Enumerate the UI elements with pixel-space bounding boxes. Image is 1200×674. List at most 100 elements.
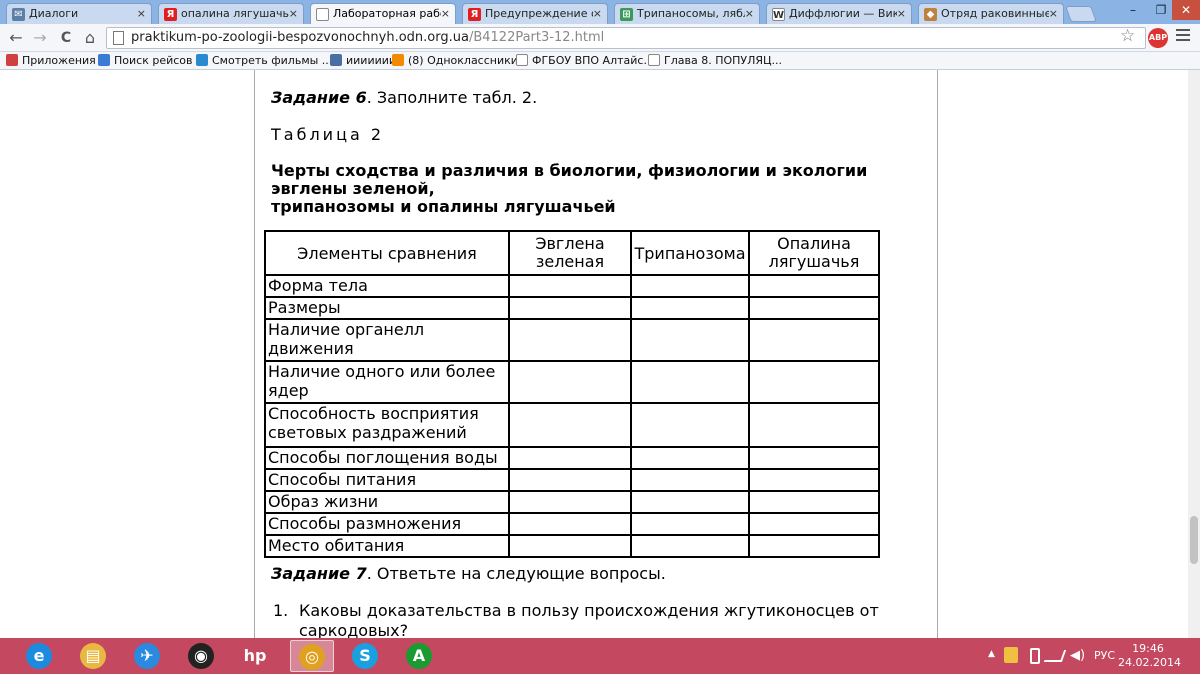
language-indicator[interactable]: РУС xyxy=(1094,649,1115,662)
tab-close-icon[interactable]: × xyxy=(897,7,906,20)
vk-icon: ✉ xyxy=(12,8,25,21)
tab-strip: ✉Диалоги×Яопалина лягушачья с×Лабораторн… xyxy=(0,0,1200,24)
table-row: Способы питания xyxy=(264,468,880,492)
bookmark-icon xyxy=(516,54,528,66)
screen: ✉Диалоги×Яопалина лягушачья с×Лабораторн… xyxy=(0,0,1200,674)
tab-title: Трипаносомы, ляблі xyxy=(637,7,745,20)
row-label: Способы поглощения воды xyxy=(264,446,510,470)
table-caption: Черты сходства и различия в биологии, фи… xyxy=(271,162,911,216)
site-icon: ◆ xyxy=(924,8,937,21)
row-label: Способы размножения xyxy=(264,512,510,536)
document-page: Задание 6. Заполните табл. 2. Таблица 2 … xyxy=(254,70,938,638)
table-row: Способы поглощения воды xyxy=(264,446,880,470)
empty-cell xyxy=(630,534,750,558)
bookmark-label: ФГБОУ ВПО Алтайс... xyxy=(532,54,654,67)
tab-title: Лабораторная работа xyxy=(333,7,441,20)
bookmark-label: Поиск рейсов xyxy=(114,54,193,67)
tab-close-icon[interactable]: × xyxy=(289,7,298,20)
new-tab-button[interactable] xyxy=(1065,6,1097,22)
browser-toolbar: ← → C ⌂ praktikum-po-zoologii-bespozvono… xyxy=(0,24,1200,52)
close-window-button[interactable]: ✕ xyxy=(1172,0,1200,20)
header-trypanosoma: Трипанозома xyxy=(630,230,750,276)
page-viewport: Задание 6. Заполните табл. 2. Таблица 2 … xyxy=(0,70,1200,638)
bookmark-icon xyxy=(392,54,404,66)
webcam-app-icon: ◉ xyxy=(188,643,214,669)
empty-cell xyxy=(630,490,750,514)
bookmark-item[interactable]: Глава 8. ПОПУЛЯЦ... xyxy=(648,53,782,68)
question-text-line1: Каковы доказательства в пользу происхожд… xyxy=(299,601,879,620)
minimize-button[interactable]: – xyxy=(1120,0,1146,20)
system-clock[interactable]: 19:46 24.02.2014 xyxy=(1118,642,1181,670)
right-margin xyxy=(938,70,1188,638)
tab-close-icon[interactable]: × xyxy=(1049,7,1058,20)
taskbar-app[interactable]: A xyxy=(398,640,442,672)
bookmark-item[interactable]: ФГБОУ ВПО Алтайс... xyxy=(516,53,654,68)
green-a-app-icon: A xyxy=(406,643,432,669)
browser-tab[interactable]: ◆ Отряд раковинные ам× xyxy=(918,3,1064,24)
browser-tab[interactable]: Я Предупреждение о п× xyxy=(462,3,608,24)
tab-close-icon[interactable]: × xyxy=(745,7,754,20)
taskbar-app[interactable]: S xyxy=(344,640,388,672)
wikipedia-icon: W xyxy=(772,8,785,21)
browser-tab[interactable]: ✉ Диалоги × xyxy=(6,3,152,24)
signal-icon[interactable] xyxy=(1043,650,1067,662)
notification-flag-icon[interactable] xyxy=(1004,647,1018,663)
tab-close-icon[interactable]: × xyxy=(137,7,146,20)
taskbar-app[interactable]: hp xyxy=(234,640,278,672)
table-row: Место обитания xyxy=(264,534,880,558)
browser-tab[interactable]: W Диффлюгии — Вики × xyxy=(766,3,912,24)
reload-button[interactable]: C xyxy=(56,28,76,48)
volume-icon[interactable]: ◀) xyxy=(1070,648,1085,663)
bookmark-label: Глава 8. ПОПУЛЯЦ... xyxy=(664,54,783,67)
bookmark-item[interactable]: Поиск рейсов xyxy=(98,53,193,68)
tab-title: Диалоги xyxy=(29,7,79,20)
restore-button[interactable]: ❐ xyxy=(1148,0,1174,20)
header-opalina: Опалина лягушачья xyxy=(748,230,880,276)
browser-tab[interactable]: Яопалина лягушачья с× xyxy=(158,3,304,24)
bookmark-icon xyxy=(196,54,208,66)
caption-line: эвглены зеленой, xyxy=(271,179,435,198)
chrome-menu-icon[interactable] xyxy=(1176,29,1190,43)
table-row: Форма тела xyxy=(264,274,880,298)
show-hidden-icons-arrow[interactable]: ▲ xyxy=(988,649,995,659)
bookmark-star-icon[interactable]: ☆ xyxy=(1120,26,1135,46)
empty-cell xyxy=(508,360,632,404)
bookmark-item[interactable]: (8) Одноклассники xyxy=(392,53,518,68)
empty-cell xyxy=(508,490,632,514)
tab-title: опалина лягушачья с xyxy=(181,7,289,20)
battery-icon[interactable] xyxy=(1030,648,1040,664)
tab-title: Диффлюгии — Вики xyxy=(789,7,897,20)
browser-tab[interactable]: ⊞ Трипаносомы, ляблі × xyxy=(614,3,760,24)
taskbar-app[interactable]: ▤ xyxy=(72,640,116,672)
question-text-line2: саркодовых? xyxy=(299,621,409,638)
home-button[interactable]: ⌂ xyxy=(80,28,100,48)
taskbar-app[interactable]: e xyxy=(18,640,62,672)
caption-line: трипанозомы и опалины лягушачьей xyxy=(271,197,616,216)
adblock-plus-icon[interactable]: ABP xyxy=(1148,28,1168,48)
bookmark-item[interactable]: Приложения xyxy=(6,53,96,68)
scrollbar-thumb[interactable] xyxy=(1190,516,1198,564)
row-label: Наличие одного или более ядер xyxy=(264,360,510,404)
address-bar[interactable]: praktikum-po-zoologii-bespozvonochnyh.od… xyxy=(106,27,1146,49)
bookmark-label: (8) Одноклассники xyxy=(408,54,518,67)
empty-cell xyxy=(508,468,632,492)
browser-tab[interactable]: Лабораторная работа× xyxy=(310,3,456,24)
hp-icon: hp xyxy=(242,643,268,669)
taskbar-app[interactable]: ◎ xyxy=(290,640,334,672)
back-button[interactable]: ← xyxy=(6,28,26,48)
bookmark-item[interactable]: Смотреть фильмы ... xyxy=(196,53,332,68)
taskbar-app[interactable]: ◉ xyxy=(180,640,224,672)
vertical-scrollbar[interactable] xyxy=(1188,70,1200,638)
empty-cell xyxy=(748,296,880,320)
skype-icon: S xyxy=(352,643,378,669)
tab-close-icon[interactable]: × xyxy=(441,7,450,20)
task7-instruction: . Ответьте на следующие вопросы. xyxy=(366,564,666,583)
forward-button[interactable]: → xyxy=(30,28,50,48)
bookmark-item[interactable]: иииииии xyxy=(330,53,396,68)
row-label: Способность восприятия световых раздраже… xyxy=(264,402,510,448)
taskbar-app[interactable]: ✈ xyxy=(126,640,170,672)
empty-cell xyxy=(630,296,750,320)
task7-text: Задание 7. Ответьте на следующие вопросы… xyxy=(271,564,666,583)
tab-close-icon[interactable]: × xyxy=(593,7,602,20)
empty-cell xyxy=(748,402,880,448)
